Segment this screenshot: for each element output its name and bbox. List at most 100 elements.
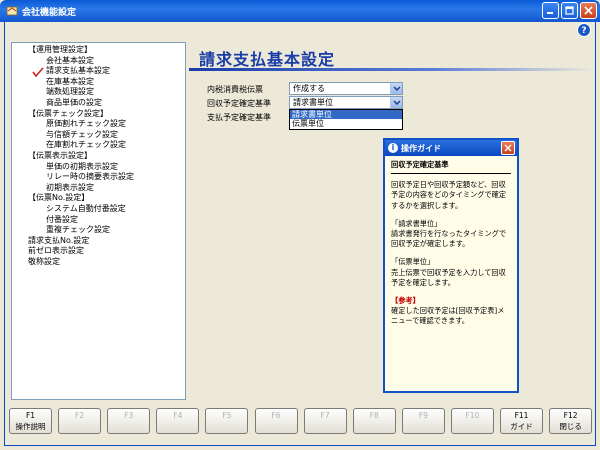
fkey-number: F7	[320, 411, 330, 420]
main-frame: 【運用管理設定】 会社基本設定 請求支払基本設定 在庫基本設定 端数処理設定 商品単価の設…	[4, 38, 596, 406]
tree-item[interactable]: 【伝票No.設定】	[16, 193, 185, 204]
collection-basis-select[interactable]: 請求書単位	[289, 96, 403, 109]
tree-item[interactable]: 前ゼロ表示設定	[16, 246, 185, 257]
tree-item-label: 重複チェック設定	[46, 225, 110, 235]
guide-body: 回収予定確定基準 回収予定日や回収予定額など、回収予定の内容をどのタイミングで確…	[385, 156, 517, 331]
fkey-f9-button[interactable]: F9	[401, 408, 445, 434]
fkey-f3-button[interactable]: F3	[107, 408, 151, 434]
app-icon	[6, 6, 18, 16]
minimize-button[interactable]	[542, 2, 559, 19]
tree-item-label: 【伝票No.設定】	[28, 193, 90, 203]
help-icon[interactable]: ?	[577, 23, 591, 37]
collection-basis-value: 請求書単位	[293, 98, 333, 107]
tree-item-label: 【運用管理設定】	[28, 45, 92, 54]
tree-item[interactable]: 請求支払No.設定	[16, 236, 185, 247]
tree-item-label: 請求支払基本設定	[46, 66, 110, 76]
fkey-f7-button[interactable]: F7	[303, 408, 347, 434]
guide-reference-text: 確定した回収予定は[回収予定表]メニューで確認できます。	[391, 306, 505, 326]
close-button[interactable]	[580, 2, 597, 19]
fkey-f4-button[interactable]: F4	[156, 408, 200, 434]
fkey-number: F3	[124, 411, 134, 420]
tree-item[interactable]: 与信額チェック設定	[16, 130, 185, 141]
close-icon	[584, 6, 593, 15]
maximize-button[interactable]	[561, 2, 578, 19]
tree-item-label: 付番設定	[46, 214, 78, 224]
guide-paragraph: 「伝票単位」 売上伝票で回収予定を入力して回収予定を確定します。	[391, 257, 506, 287]
tree-item-label: 原価割れチェック設定	[46, 119, 126, 129]
chevron-down-icon[interactable]	[390, 83, 402, 94]
tree-item-label: 【伝票表示設定】	[28, 150, 92, 160]
tree-item[interactable]: 原価割れチェック設定	[16, 119, 185, 130]
tree-item-label: 端数処理設定	[46, 87, 94, 97]
settings-tree: 【運用管理設定】 会社基本設定 請求支払基本設定 在庫基本設定 端数処理設定 商品単価の設…	[11, 42, 186, 400]
tax-slip-label: 内税消費税伝票	[207, 85, 263, 94]
tree-item-label: 前ゼロ表示設定	[28, 246, 84, 256]
check-icon	[32, 67, 44, 78]
title-bar: 会社機能設定	[0, 0, 600, 22]
tree-item-label: 商品単価の設定	[46, 97, 102, 107]
tree-item[interactable]: 【伝票表示設定】	[16, 151, 185, 162]
info-icon: i	[388, 143, 398, 153]
tree-item-label: 請求支払No.設定	[28, 235, 90, 245]
tree-item[interactable]: 付番設定	[16, 215, 185, 226]
tree-item[interactable]: リレー時の摘要表示設定	[16, 172, 185, 183]
fkey-f12-button[interactable]: F12 閉じる	[549, 408, 593, 434]
tree-item-label: 在庫割れチェック設定	[46, 140, 126, 150]
tree-item-label: 与信額チェック設定	[46, 129, 118, 139]
guide-title: 操作ガイド	[401, 143, 441, 153]
tree-item[interactable]: 在庫割れチェック設定	[16, 140, 185, 151]
tree-item-label: 会社基本設定	[46, 55, 94, 65]
collection-basis-label: 回収予定確定基準	[207, 99, 271, 108]
guide-paragraph: 「請求書単位」 請求書発行を行なったタイミングで回収予定が確定します。	[391, 218, 507, 249]
fkey-f2-button[interactable]: F2	[58, 408, 102, 434]
fkey-label: 閉じる	[559, 422, 582, 431]
operation-guide-panel: i 操作ガイド 回収予定確定基準 回収予定日や回収予定額など、回収予定の内容をど…	[383, 138, 519, 393]
tree-item[interactable]: 敬称設定	[16, 257, 185, 268]
tax-slip-select[interactable]: 作成する	[289, 82, 403, 95]
window-title: 会社機能設定	[22, 7, 77, 18]
fkey-number: F6	[271, 411, 281, 420]
fkey-f11-button[interactable]: F11 ガイド	[500, 408, 543, 434]
dropdown-option[interactable]: 伝票単位	[290, 119, 402, 128]
function-key-bar: F1 操作説明 F2 F3 F4 F5 F6 F7 F8 F9 F10 F11 ガイド F12 閉じる	[4, 406, 596, 446]
tree-item[interactable]: 単価の初期表示設定	[16, 162, 185, 173]
tree-item[interactable]: システム自動付番設定	[16, 204, 185, 215]
guide-title-bar: i 操作ガイド	[385, 140, 517, 156]
fkey-number: F12	[563, 411, 578, 420]
fkey-number: F9	[418, 411, 428, 420]
tree-item[interactable]: 在庫基本設定	[16, 77, 185, 88]
payment-basis-label: 支払予定確定基準	[207, 113, 271, 122]
guide-close-button[interactable]	[501, 141, 515, 155]
tree-item[interactable]: 商品単価の設定	[16, 98, 185, 109]
fkey-f8-button[interactable]: F8	[352, 408, 396, 434]
fkey-number: F5	[222, 411, 232, 420]
fkey-number: F10	[465, 411, 480, 420]
tree-item[interactable]: 【伝票チェック設定】	[16, 109, 185, 120]
tree-item-label: 【伝票チェック設定】	[28, 108, 108, 118]
dropdown-option[interactable]: 請求書単位	[290, 110, 402, 119]
fkey-f6-button[interactable]: F6	[254, 408, 298, 434]
fkey-f5-button[interactable]: F5	[205, 408, 249, 434]
tree-item[interactable]: 会社基本設定	[16, 56, 185, 67]
tree-item[interactable]: 初期表示設定	[16, 183, 185, 194]
tree-item[interactable]: 重複チェック設定	[16, 225, 185, 236]
tax-slip-value: 作成する	[293, 84, 325, 93]
guide-reference-label: 【参考】	[391, 296, 420, 306]
tree-item-label: システム自動付番設定	[46, 203, 126, 213]
fkey-f1-button[interactable]: F1 操作説明	[9, 408, 52, 434]
tree-item-label: 在庫基本設定	[46, 76, 94, 86]
tree-item[interactable]: 【運用管理設定】	[16, 45, 185, 56]
fkey-label: 操作説明	[15, 422, 46, 431]
minimize-icon	[547, 12, 553, 14]
fkey-f10-button[interactable]: F10	[450, 408, 494, 434]
tree-item-label: 初期表示設定	[46, 182, 94, 192]
fkey-label: ガイド	[510, 422, 533, 431]
fkey-number: F2	[75, 411, 85, 420]
guide-paragraph: 回収予定日や回収予定額など、回収予定の内容をどのタイミングで確定するかを選択しま…	[391, 180, 507, 210]
heading-underline	[189, 68, 593, 71]
chevron-down-icon[interactable]	[390, 97, 402, 108]
tree-item-label: 敬称設定	[28, 256, 60, 266]
tree-item[interactable]: 請求支払基本設定	[16, 66, 185, 78]
maximize-icon	[565, 6, 574, 15]
tree-item[interactable]: 端数処理設定	[16, 87, 185, 98]
